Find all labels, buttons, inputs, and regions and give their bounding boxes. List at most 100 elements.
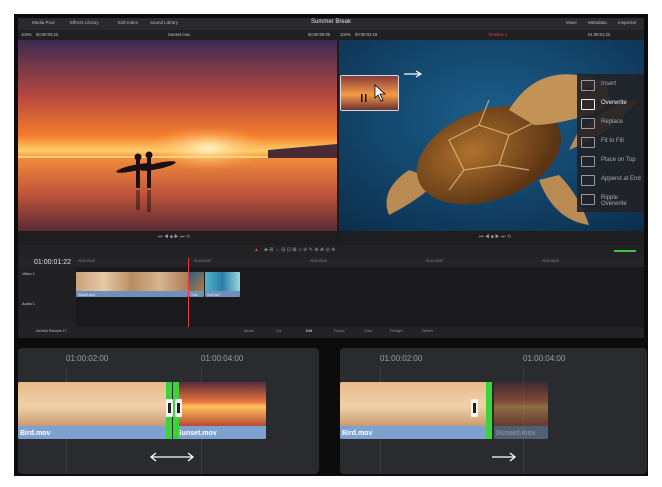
page-color[interactable]: Color — [364, 329, 372, 333]
ruler-label: 01:00:04:00 — [542, 259, 559, 263]
edit-toolbar: ▲ ◈ ⊞ ⇔ ⊟ ⊡ ⊠ ◇ ⊘ ✎ ⊕ ⊗ ◎ ⊜ — [18, 245, 644, 257]
menu-item-label: Ripple Overwrite — [601, 195, 627, 207]
clip-sunset[interactable]: Sunset.mov — [175, 382, 266, 439]
drag-preview-thumbnail[interactable] — [340, 75, 399, 111]
playhead[interactable] — [188, 258, 189, 338]
drag-arrow-icon — [404, 70, 423, 78]
clip-thumbnails — [205, 272, 240, 291]
menu-item-label: Place on Top — [601, 157, 636, 163]
edit-overlay-menu: Insert Overwrite Replace Fit to Fill Pla… — [577, 74, 644, 212]
trim-demo-roll: 01:00:02:00 01:00:04:00 Bird.mov Sunset.… — [18, 348, 319, 474]
track-name: Audio 1 — [22, 302, 35, 306]
app-brand: DaVinci Resolve 17 — [36, 329, 67, 333]
ruler-label: 01:00:03:00 — [426, 259, 443, 263]
clip-name: Bird.mov — [342, 430, 373, 437]
page-edit[interactable]: Edit — [306, 329, 312, 333]
demo-timecode: 01:00:02:00 — [66, 354, 109, 363]
timeline-tracks: Video 1 Audio 1 Sunset.mp4 Turtl... Surf… — [18, 267, 644, 328]
timeline-transport: ⏮ ◀ ■ ▶ ⏭ ⟲ — [339, 231, 644, 245]
bird-thumbnail — [340, 382, 488, 426]
zoom-slider[interactable] — [614, 250, 636, 252]
timeline-clip-surf[interactable]: Surf.mov — [205, 272, 240, 297]
timeline-clip-turtle[interactable]: Turtl... — [189, 272, 204, 297]
trim-demo-ripple: 01:00:02:00 01:00:04:00 Bird.mov Sunset.… — [340, 348, 647, 474]
menu-item-replace[interactable]: Replace — [581, 114, 644, 132]
timeline-zoom[interactable]: 104% — [340, 32, 351, 37]
tab-metadata[interactable]: Metadata — [588, 20, 607, 25]
drag-thumb-image — [341, 76, 398, 110]
menu-item-place-on-top[interactable]: Place on Top — [581, 152, 644, 170]
menu-item-label: Append at End — [601, 176, 641, 182]
right-arrow-icon — [492, 452, 517, 462]
timeline-duration: 00:00:02:19 — [355, 32, 378, 37]
ripple-trim-handle[interactable] — [471, 399, 478, 417]
timeline-ruler[interactable]: 01:00:00:00 01:00:01:00 01:00:02:00 01:0… — [76, 257, 644, 267]
menu-item-fit-to-fill[interactable]: Fit to Fill — [581, 133, 644, 151]
menu-item-insert[interactable]: Insert — [581, 76, 644, 94]
timeline-name[interactable]: Timeline 1 — [488, 32, 507, 37]
sunset-surfers-image — [18, 40, 337, 231]
source-viewer[interactable] — [18, 40, 337, 231]
clip-label: Turtl... — [191, 293, 200, 297]
timeline-timecode: 01:00:01:22 — [588, 32, 611, 37]
sunset-thumbnail — [175, 382, 266, 426]
viewer-header: 104% 00:00:03:22 Sunset.mov 00:00:00:00 … — [18, 30, 644, 40]
roll-trim-handle[interactable] — [175, 399, 182, 417]
insert-icon — [581, 80, 595, 91]
clip-bird[interactable]: Bird.mov — [340, 382, 488, 439]
page-media[interactable]: Media — [244, 329, 254, 333]
ruler-label: 01:00:00:00 — [78, 259, 95, 263]
demo-timecode: 01:00:04:00 — [201, 354, 244, 363]
page-fairlight[interactable]: Fairlight — [390, 329, 402, 333]
clip-thumbnails — [76, 272, 188, 291]
menu-item-ripple-overwrite[interactable]: Ripple Overwrite — [581, 190, 644, 208]
title-bar: Media Pool Effects Library Edit Index So… — [18, 18, 644, 30]
timeline-clip-sunset[interactable]: Sunset.mp4 — [76, 272, 188, 297]
ruler-label: 01:00:02:00 — [310, 259, 327, 263]
trim-edge[interactable] — [486, 382, 492, 439]
track-header-video[interactable]: Video 1 — [18, 267, 76, 298]
tab-inspector[interactable]: Inspector — [618, 20, 637, 25]
edit-tools-group[interactable]: ◈ ⊞ ⇔ ⊟ ⊡ ⊠ ◇ ⊘ ✎ ⊕ ⊗ ◎ ⊜ — [264, 247, 335, 253]
bird-thumbnail — [18, 382, 170, 426]
menu-item-overwrite[interactable]: Overwrite — [581, 95, 644, 113]
project-title: Summer Break — [310, 19, 351, 25]
menu-item-label: Replace — [601, 119, 624, 125]
append-at-end-icon — [581, 175, 595, 186]
menu-item-append-at-end[interactable]: Append at End — [581, 171, 644, 189]
clip-sunset-ghost[interactable]: Sunset.mov — [494, 382, 548, 439]
clip-label: Sunset.mp4 — [78, 293, 96, 297]
mouse-cursor-icon — [374, 84, 387, 102]
source-transport: ⏮ ◀ ■ ▶ ⏭ ⟲ — [18, 231, 337, 245]
clip-thumbnails — [189, 272, 204, 291]
source-duration: 00:00:03:22 — [36, 32, 59, 37]
source-transport-buttons[interactable]: ⏮ ◀ ■ ▶ ⏭ ⟲ — [158, 234, 190, 240]
ruler-label: 01:00:01:00 — [194, 259, 211, 263]
page-navigation-bar: DaVinci Resolve 17 Media Cut Edit Fusion… — [18, 327, 644, 338]
clip-bird[interactable]: Bird.mov — [18, 382, 170, 439]
selection-tool-icon[interactable]: ▲ — [254, 247, 259, 253]
overwrite-icon — [581, 99, 595, 110]
timeline-transport-buttons[interactable]: ⏮ ◀ ■ ▶ ⏭ ⟲ — [479, 234, 511, 240]
demo-timecode: 01:00:02:00 — [380, 354, 423, 363]
replace-icon — [581, 118, 595, 129]
source-clip-name[interactable]: Sunset.mov — [168, 32, 190, 37]
roll-trim-handle[interactable] — [166, 399, 173, 417]
timeline-timecode-display: 01:00:01:22 — [34, 259, 71, 266]
sunset-thumbnail — [494, 382, 548, 426]
page-cut[interactable]: Cut — [276, 329, 281, 333]
demo-ruler: 01:00:02:00 01:00:04:00 — [340, 348, 647, 368]
demo-timecode: 01:00:04:00 — [523, 354, 566, 363]
page-fusion[interactable]: Fusion — [334, 329, 345, 333]
source-zoom[interactable]: 104% — [21, 32, 32, 37]
track-name: Video 1 — [22, 272, 35, 276]
place-on-top-icon — [581, 156, 595, 167]
clip-name: Sunset.mov — [496, 430, 536, 437]
double-arrow-icon — [149, 452, 195, 462]
menu-item-label: Fit to Fill — [601, 138, 624, 144]
resolve-window: Media Pool Effects Library Edit Index So… — [18, 18, 644, 338]
page-deliver[interactable]: Deliver — [422, 329, 433, 333]
tab-mixer[interactable]: Mixer — [566, 20, 577, 25]
track-header-audio[interactable]: Audio 1 — [18, 297, 76, 328]
fit-to-fill-icon — [581, 137, 595, 148]
